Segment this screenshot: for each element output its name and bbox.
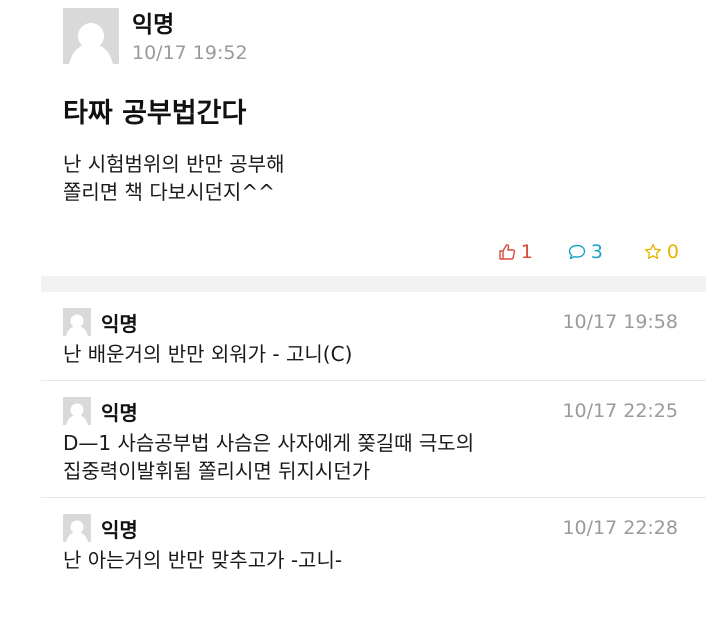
comment-text: 난 배운거의 반만 외워가 - 고니(C) xyxy=(63,340,678,368)
comment-line: 집중력이발휘됨 쫄리시면 뒤지시던가 xyxy=(63,459,371,483)
comment-count-value: 3 xyxy=(590,241,603,263)
comment-author: 익명 xyxy=(101,400,138,425)
comment-text: D—1 사슴공부법 사슴은 사자에게 쫒길때 극도의 집중력이발휘됨 쫄리시면 … xyxy=(63,429,678,485)
comment-line: 난 배운거의 반만 외워가 - 고니(C) xyxy=(63,342,353,366)
user-silhouette-icon xyxy=(69,23,113,64)
post-body: 난 시험범위의 반만 공부해 쫄리면 책 다보시던지^^ xyxy=(63,150,284,206)
comment-list: 익명 10/17 19:58 난 배운거의 반만 외워가 - 고니(C) 익명 … xyxy=(41,292,706,586)
post-stats: 1 3 0 xyxy=(485,226,679,277)
comment-text: 난 아는거의 반만 맞추고가 -고니- xyxy=(63,546,678,574)
user-silhouette-icon xyxy=(66,314,88,336)
avatar[interactable] xyxy=(63,514,91,542)
comment-item[interactable]: 익명 10/17 22:28 난 아는거의 반만 맞추고가 -고니- xyxy=(41,498,706,586)
scrap-count-value: 0 xyxy=(666,240,679,263)
post-header: 익명 10/17 19:52 xyxy=(63,8,248,65)
comment-line: D—1 사슴공부법 사슴은 사자에게 쫒길때 극도의 xyxy=(63,431,475,455)
avatar[interactable] xyxy=(63,8,119,64)
post-timestamp: 10/17 19:52 xyxy=(132,42,248,64)
comment-item[interactable]: 익명 10/17 22:25 D—1 사슴공부법 사슴은 사자에게 쫒길때 극도… xyxy=(41,381,706,498)
like-count[interactable]: 1 xyxy=(497,240,533,264)
user-silhouette-icon xyxy=(66,403,88,425)
section-divider xyxy=(41,276,706,292)
post-author: 익명 xyxy=(132,12,175,38)
comment-timestamp: 10/17 22:25 xyxy=(562,400,678,422)
comment-line: 난 아는거의 반만 맞추고가 -고니- xyxy=(63,548,343,572)
scrap-count[interactable]: 0 xyxy=(643,240,679,264)
comment-author: 익명 xyxy=(101,311,138,336)
comment-timestamp: 10/17 19:58 xyxy=(562,311,678,333)
like-count-value: 1 xyxy=(520,240,533,263)
speech-bubble-icon xyxy=(568,244,586,260)
thumbs-up-icon xyxy=(499,243,515,260)
avatar[interactable] xyxy=(63,397,91,425)
post-meta: 익명 10/17 19:52 xyxy=(132,8,248,65)
comment-author: 익명 xyxy=(101,517,138,542)
post-title: 타짜 공부법간다 xyxy=(63,98,247,129)
avatar[interactable] xyxy=(63,308,91,336)
post-body-line: 난 시험범위의 반만 공부해 xyxy=(63,152,285,176)
user-silhouette-icon xyxy=(66,520,88,542)
post-body-line: 쫄리면 책 다보시던지^^ xyxy=(63,180,275,204)
comment-count[interactable]: 3 xyxy=(544,226,631,277)
comment-timestamp: 10/17 22:28 xyxy=(562,517,678,539)
star-icon xyxy=(644,243,661,259)
comment-item[interactable]: 익명 10/17 19:58 난 배운거의 반만 외워가 - 고니(C) xyxy=(41,292,706,381)
